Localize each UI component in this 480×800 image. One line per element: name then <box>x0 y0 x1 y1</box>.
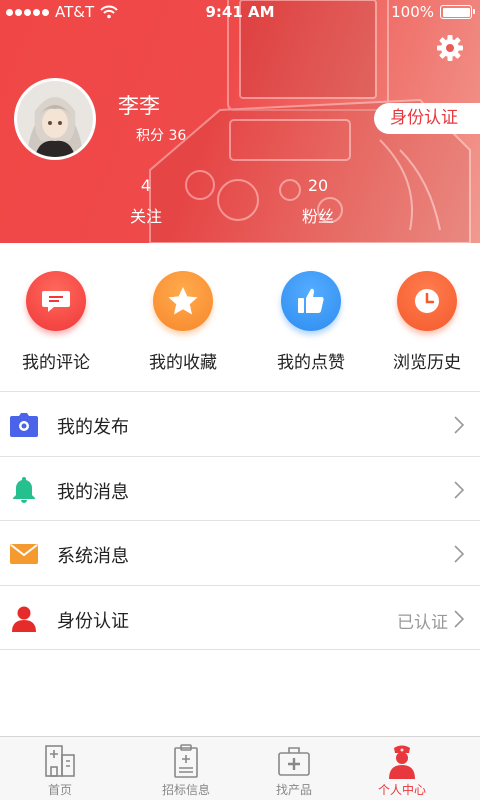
identity-verify-button[interactable]: 身份认证 <box>374 103 480 134</box>
chevron-right-icon <box>454 480 464 499</box>
quick-action-comments[interactable]: 我的评论 <box>0 271 116 373</box>
stat-following[interactable]: 4 关注 <box>106 176 186 227</box>
tab-label: 招标信息 <box>161 783 210 797</box>
menu-item-label: 系统消息 <box>57 546 129 567</box>
battery-percent: 100% <box>391 3 434 21</box>
tab-products[interactable]: 找产品 <box>234 737 354 800</box>
menu-item-system-messages[interactable]: 系统消息 <box>0 521 480 586</box>
menu-item-my-messages[interactable]: 我的消息 <box>0 456 480 521</box>
battery-status: 100% <box>391 3 475 21</box>
tab-profile[interactable]: 个人中心 <box>342 737 462 800</box>
followers-count: 20 <box>307 176 329 195</box>
tab-tenders[interactable]: 招标信息 <box>126 737 246 800</box>
clipboard-icon <box>174 744 198 778</box>
menu-item-label: 我的发布 <box>57 417 129 438</box>
quick-action-label: 我的点赞 <box>277 353 345 373</box>
following-count: 4 <box>140 176 152 195</box>
quick-action-history[interactable]: 浏览历史 <box>367 271 480 373</box>
tab-bar: 首页 招标信息 找产品 个人中心 <box>0 736 480 800</box>
tab-label: 个人中心 <box>377 783 426 797</box>
person-icon <box>10 606 38 632</box>
chevron-right-icon <box>454 545 464 563</box>
chevron-right-icon <box>454 416 464 434</box>
points-display: 积分 36 <box>136 125 186 145</box>
thumbs-up-icon <box>281 271 341 331</box>
envelope-icon <box>10 541 38 567</box>
menu-item-label: 身份认证 <box>57 610 129 632</box>
avatar[interactable] <box>14 78 96 160</box>
points-value: 36 <box>168 128 187 144</box>
medical-kit-icon <box>278 747 310 776</box>
avatar-image <box>17 81 93 157</box>
quick-actions: 我的评论 我的收藏 我的点赞 浏览历史 <box>0 243 480 391</box>
star-icon <box>153 271 213 331</box>
battery-icon <box>440 5 475 19</box>
gear-icon[interactable] <box>436 34 464 62</box>
comment-icon <box>26 271 86 331</box>
points-label: 积分 <box>136 128 164 144</box>
tab-home[interactable]: 首页 <box>0 737 120 800</box>
status-bar: AT&T 9:41 AM 100% <box>0 0 480 24</box>
quick-action-label: 浏览历史 <box>393 353 461 373</box>
menu-item-label: 我的消息 <box>57 481 129 503</box>
menu-item-my-posts[interactable]: 我的发布 <box>0 392 480 457</box>
quick-action-likes[interactable]: 我的点赞 <box>251 271 371 373</box>
profile-header: AT&T 9:41 AM 100% 李李 积分 36 身份认证 4 关注 20 … <box>0 0 480 243</box>
menu-item-identity-verification[interactable]: 身份认证 已认证 <box>0 585 480 650</box>
bell-icon <box>10 476 38 503</box>
camera-icon <box>10 412 38 438</box>
verification-status: 已认证 <box>397 612 448 633</box>
hospital-building-icon <box>45 745 75 777</box>
chevron-right-icon <box>454 609 464 628</box>
quick-action-label: 我的收藏 <box>149 353 217 373</box>
quick-action-label: 我的评论 <box>22 353 90 373</box>
following-label: 关注 <box>129 207 162 226</box>
stat-followers[interactable]: 20 粉丝 <box>278 176 358 227</box>
menu-list: 我的发布 我的消息 系统消息 身份认证 已认证 <box>0 391 480 650</box>
quick-action-favorites[interactable]: 我的收藏 <box>123 271 243 373</box>
tab-label: 找产品 <box>275 783 312 797</box>
nurse-icon <box>389 745 415 779</box>
clock-icon <box>397 271 457 331</box>
followers-label: 粉丝 <box>301 207 334 226</box>
username: 李李 <box>118 94 160 118</box>
tab-label: 首页 <box>47 783 72 797</box>
